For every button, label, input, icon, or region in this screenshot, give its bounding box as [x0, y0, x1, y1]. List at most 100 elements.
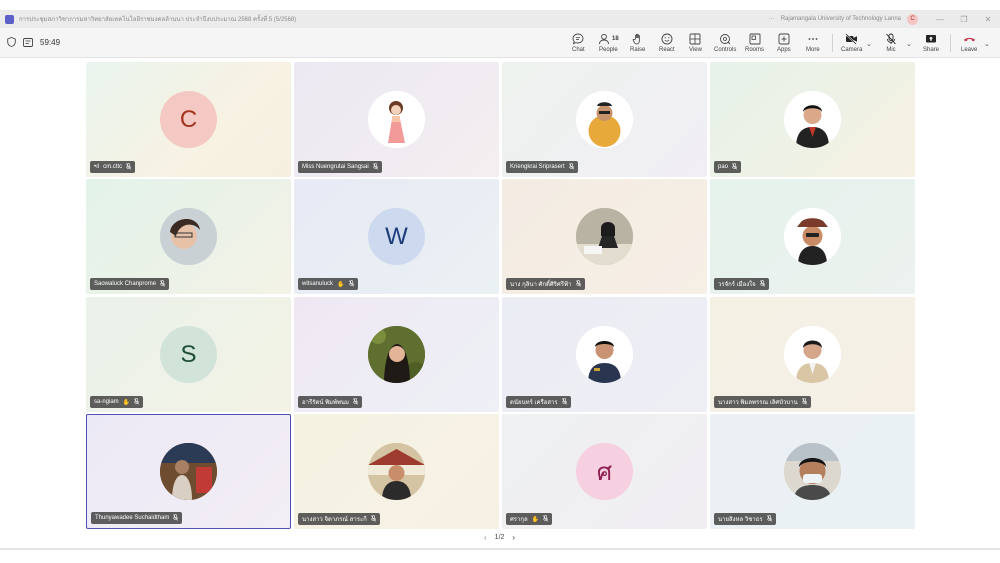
- participant-avatar: [160, 443, 217, 500]
- gallery-pager: ‹ 1/2 ›: [484, 533, 515, 542]
- participant-tile[interactable]: นางสาว จิดาภรณ์ สาระกี: [294, 414, 499, 529]
- participant-avatar: C: [160, 91, 217, 148]
- participant-name-tag: sa-ngiam ✋: [90, 396, 144, 408]
- previous-page-button[interactable]: ‹: [484, 533, 487, 542]
- minimize-button[interactable]: —: [928, 15, 952, 24]
- camera-button[interactable]: Camera: [841, 32, 862, 53]
- meeting-title: การประชุมสภาวิชาการมหาวิทยาลัยเทคโนโลยีร…: [19, 17, 297, 23]
- controls-icon: [719, 32, 731, 45]
- participant-avatar: [784, 91, 841, 148]
- share-button[interactable]: Share: [923, 32, 939, 53]
- mic-muted-icon: [575, 279, 581, 289]
- mic-muted-icon: [561, 397, 567, 407]
- hand-icon: [632, 32, 644, 45]
- participant-name-tag: นายสิงหล วิชาธร: [714, 513, 776, 525]
- people-button[interactable]: 18 People: [598, 32, 619, 53]
- mic-button[interactable]: Mic: [885, 32, 897, 53]
- title-bar-right: ··· Rajamangala University of Technology…: [769, 13, 1000, 25]
- close-button[interactable]: ✕: [976, 15, 1000, 24]
- toolbar-divider: [832, 34, 833, 52]
- apps-button[interactable]: Apps: [777, 32, 791, 53]
- more-button[interactable]: More: [806, 32, 820, 53]
- grid-view-icon: [689, 32, 701, 45]
- view-button[interactable]: View: [689, 32, 702, 53]
- participant-tile[interactable]: Saowaluck Chanprome: [86, 179, 291, 294]
- participant-name-tag: Kriengkrai Sriprasert: [506, 161, 578, 173]
- participant-avatar: [784, 326, 841, 383]
- mic-muted-icon: [759, 279, 765, 289]
- organization-name: Rajamangala University of Technology Lan…: [780, 16, 901, 22]
- next-page-button[interactable]: ›: [512, 533, 515, 542]
- participant-name-tag: ดนัยนทร์ เครือสาร: [506, 396, 571, 408]
- chat-icon: [572, 32, 584, 45]
- participant-tile[interactable]: C •ıl cm.cttc: [86, 62, 291, 177]
- hang-up-icon: [963, 32, 976, 45]
- participant-avatar: [368, 326, 425, 383]
- controls-button[interactable]: Controls: [714, 32, 736, 53]
- raised-hand-icon: ✋: [122, 399, 131, 406]
- react-button[interactable]: React: [659, 32, 675, 53]
- participant-name: นางสาว พิมลพรรณ เลิศบัวบาน: [718, 400, 798, 406]
- participant-tile[interactable]: นางสาว พิมลพรรณ เลิศบัวบาน: [710, 297, 915, 412]
- more-options-button[interactable]: ···: [769, 16, 775, 22]
- participant-avatar: [784, 208, 841, 265]
- participant-avatar: [576, 91, 633, 148]
- smiley-icon: [661, 32, 673, 45]
- participant-avatar: [160, 208, 217, 265]
- participant-name: นาง กุลินา ศักดิ์ศิริศรีฟ้า: [510, 282, 572, 288]
- participant-name: Miss Nuengrutai Sangsai: [302, 164, 369, 170]
- mic-muted-icon: [568, 162, 574, 172]
- participant-name: นายสิงหล วิชาธร: [718, 517, 763, 523]
- ellipsis-icon: [807, 32, 819, 45]
- participant-tile[interactable]: Ssa-ngiam ✋: [86, 297, 291, 412]
- chat-button[interactable]: Chat: [572, 32, 585, 53]
- participant-avatar: [368, 91, 425, 148]
- participant-tile[interactable]: Thunyawadee Suchaidtham: [86, 414, 291, 529]
- participant-avatar: [368, 443, 425, 500]
- participant-name: Saowaluck Chanprome: [94, 281, 157, 287]
- participant-name: witsanuluck: [302, 281, 334, 287]
- raise-hand-button[interactable]: Raise: [630, 32, 645, 53]
- participant-name-tag: pao: [714, 161, 742, 173]
- restore-button[interactable]: ❐: [952, 15, 976, 24]
- leave-button[interactable]: Leave: [961, 32, 977, 53]
- participant-name-tag: ศรากุล ✋: [506, 513, 553, 525]
- participant-tile[interactable]: Miss Nuengrutai Sangsai: [294, 62, 499, 177]
- participant-tile[interactable]: Wwitsanuluck ✋: [294, 179, 499, 294]
- participant-tile[interactable]: pao: [710, 62, 915, 177]
- rooms-button[interactable]: Rooms: [745, 32, 764, 53]
- raised-hand-icon: ✋: [531, 516, 540, 523]
- title-bar: การประชุมสภาวิชาการมหาวิทยาลัยเทคโนโลยีร…: [0, 10, 1000, 28]
- leave-options-chevron-icon[interactable]: ⌄: [984, 40, 990, 48]
- mic-muted-icon: [173, 513, 179, 523]
- participant-avatar: [576, 208, 633, 265]
- participant-name-tag: นางสาว จิดาภรณ์ สาระกี: [298, 513, 380, 525]
- camera-options-chevron-icon[interactable]: ⌄: [866, 40, 872, 48]
- participant-tile[interactable]: นาง กุลินา ศักดิ์ศิริศรีฟ้า: [502, 179, 707, 294]
- participant-name-tag: Saowaluck Chanprome: [90, 278, 170, 290]
- participant-name-tag: วรจักร์ เมืองใจ: [714, 278, 769, 290]
- participant-avatar: [784, 443, 841, 500]
- participant-tile[interactable]: Kriengkrai Sriprasert: [502, 62, 707, 177]
- participant-name: cm.cttc: [103, 164, 123, 170]
- raised-hand-icon: ✋: [337, 281, 345, 288]
- participant-tile[interactable]: อารีรัตน์ พิมพ์พนม: [294, 297, 499, 412]
- rooms-icon: [749, 32, 761, 45]
- participant-name-tag: นางสาว พิมลพรรณ เลิศบัวบาน: [714, 396, 811, 408]
- participant-name-tag: อารีรัตน์ พิมพ์พนม: [298, 396, 362, 408]
- toolbar-left: 59:49: [7, 37, 60, 47]
- page-indicator: 1/2: [494, 534, 505, 541]
- participant-tile[interactable]: นายสิงหล วิชาธร: [710, 414, 915, 529]
- user-avatar-badge[interactable]: C: [907, 13, 918, 25]
- participant-avatar: S: [160, 326, 217, 383]
- recording-icon[interactable]: [23, 37, 33, 47]
- shield-icon[interactable]: [7, 37, 16, 47]
- participant-name-tag: Miss Nuengrutai Sangsai: [298, 161, 382, 173]
- signal-strength-icon: •ıl: [94, 164, 100, 170]
- participant-tile[interactable]: วรจักร์ เมืองใจ: [710, 179, 915, 294]
- mic-muted-icon: [543, 514, 549, 524]
- participant-tile[interactable]: ศศรากุล ✋: [502, 414, 707, 529]
- participant-tile[interactable]: ดนัยนทร์ เครือสาร: [502, 297, 707, 412]
- mic-options-chevron-icon[interactable]: ⌄: [906, 40, 912, 48]
- mic-muted-icon: [732, 162, 737, 172]
